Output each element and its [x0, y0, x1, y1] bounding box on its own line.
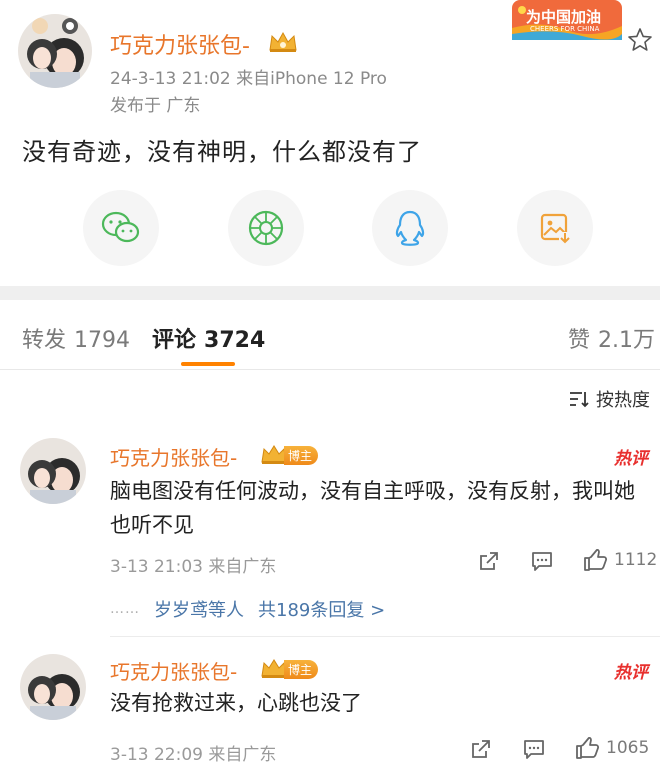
author-name[interactable]: 巧克力张张包-	[110, 28, 250, 60]
replies-users: 岁岁鸢等人	[154, 600, 244, 621]
replies-count: 共189条回复 >	[258, 600, 386, 621]
tab-likes[interactable]: 赞 2.1万	[568, 322, 655, 354]
tab-comments-label: 评论	[152, 328, 197, 353]
share-comment-button[interactable]	[470, 738, 492, 760]
favorite-star-icon[interactable]	[626, 26, 654, 54]
commenter-avatar[interactable]	[20, 438, 86, 504]
active-tab-indicator	[181, 362, 235, 366]
commenter-avatar[interactable]	[20, 654, 86, 720]
replies-prefix: ……	[110, 601, 140, 617]
comment-time-location: 3-13 21:03 来自广东	[110, 557, 277, 577]
thumbs-up-icon	[576, 736, 600, 759]
section-divider	[0, 286, 660, 300]
qq-icon	[395, 210, 425, 246]
sort-icon	[570, 392, 589, 408]
share-icon	[480, 552, 498, 570]
share-qq-button[interactable]	[372, 190, 448, 266]
commenter-name[interactable]: 巧克力张张包-	[110, 442, 237, 471]
save-image-button[interactable]	[517, 190, 593, 266]
sort-label: 按热度	[596, 390, 650, 411]
hot-comment-tag: 热评	[614, 449, 648, 469]
comment-like-count: 1065	[606, 738, 650, 758]
blogger-badge-label: 博主	[284, 445, 319, 465]
hot-comment-tag: 热评	[614, 663, 648, 683]
like-comment-button[interactable]: 1065	[574, 736, 649, 760]
tab-comments-count: 3724	[204, 328, 266, 353]
share-comment-button[interactable]	[478, 550, 500, 572]
crown-icon	[269, 31, 297, 52]
tab-likes-label: 赞	[568, 328, 591, 353]
banner-text: 为中国加油	[526, 8, 602, 26]
comment-separator	[110, 636, 660, 637]
share-icon	[472, 740, 490, 758]
blogger-badge-label: 博主	[284, 659, 319, 679]
blogger-badge: 博主	[260, 444, 319, 466]
comment-time-location: 3-13 22:09 来自广东	[110, 745, 277, 765]
engagement-tabs: 转发 1794 评论 3724 赞 2.1万	[0, 300, 660, 370]
banner-subtext: CHEERS FOR CHINA	[530, 25, 600, 33]
tab-reposts[interactable]: 转发 1794	[22, 322, 130, 354]
comment-text: 脑电图没有任何波动，没有自主呼吸，没有反射，我叫她也听不见	[110, 479, 635, 537]
view-replies-link[interactable]: …… 岁岁鸢等人 共189条回复 >	[110, 596, 385, 622]
tab-likes-count: 2.1万	[598, 328, 656, 353]
share-moments-button[interactable]	[228, 190, 304, 266]
comment-icon	[532, 552, 552, 571]
sort-by-hot-button[interactable]: 按热度	[568, 386, 650, 412]
save-image-icon	[540, 213, 571, 244]
commenter-name[interactable]: 巧克力张张包-	[110, 656, 237, 685]
comment-text: 没有抢救过来，心跳也没了	[110, 691, 362, 715]
author-avatar[interactable]	[18, 14, 92, 88]
share-wechat-button[interactable]	[83, 190, 159, 266]
reply-comment-button[interactable]	[522, 738, 546, 760]
wechat-icon	[101, 211, 140, 243]
blogger-badge: 博主	[260, 658, 319, 680]
comment-icon	[524, 740, 544, 759]
like-comment-button[interactable]: 1112	[582, 548, 657, 572]
post-text: 没有奇迹，没有神明，什么都没有了	[22, 138, 422, 166]
post-card: 巧克力张张包- 24-3-13 21:02 来自iPhone 12 Pro 发布…	[0, 0, 660, 286]
comment-like-count: 1112	[614, 550, 658, 570]
tab-reposts-label: 转发	[22, 328, 67, 353]
reply-comment-button[interactable]	[530, 550, 554, 572]
tab-reposts-count: 1794	[74, 328, 131, 353]
thumbs-up-icon	[584, 548, 608, 571]
cheers-for-china-banner[interactable]: 为中国加油 CHEERS FOR CHINA	[512, 0, 622, 44]
moments-icon	[248, 210, 284, 246]
post-timestamp-source: 24-3-13 21:02 来自iPhone 12 Pro	[110, 69, 387, 89]
post-location: 发布于 广东	[110, 96, 201, 116]
tab-comments[interactable]: 评论 3724	[152, 322, 265, 354]
